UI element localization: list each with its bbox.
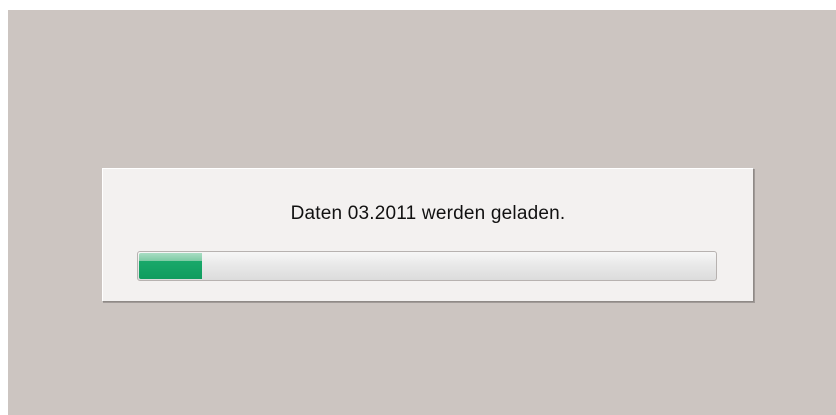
app-background: Daten 03.2011 werden geladen.: [8, 10, 836, 415]
loading-message: Daten 03.2011 werden geladen.: [290, 203, 566, 224]
progress-bar-fill: [139, 253, 202, 279]
loading-dialog: Daten 03.2011 werden geladen.: [102, 168, 754, 302]
progress-bar: [137, 251, 717, 281]
